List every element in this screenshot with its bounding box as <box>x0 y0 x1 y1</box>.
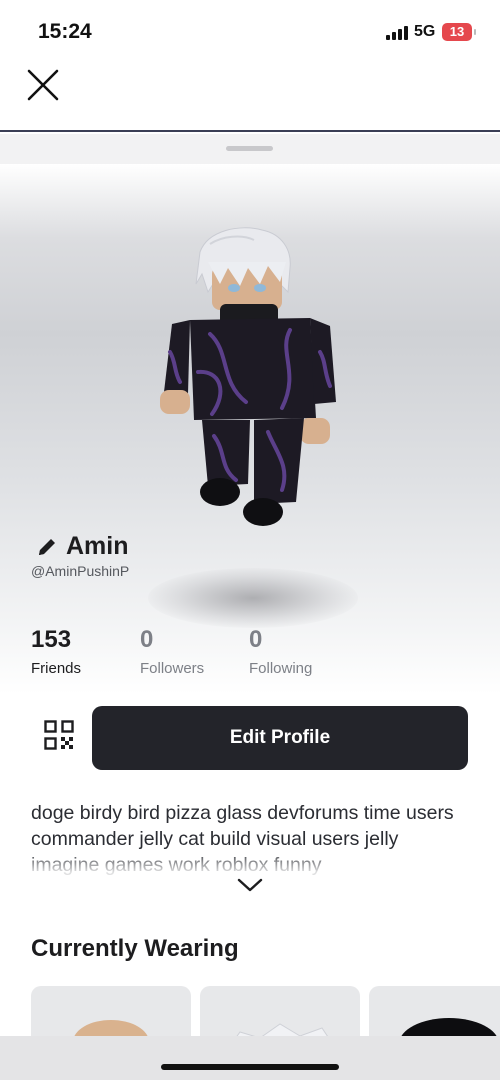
username: @AminPushinP <box>31 563 130 579</box>
stat-followers[interactable]: 0 Followers <box>140 626 204 677</box>
bio-fade <box>31 850 471 878</box>
avatar-shadow <box>148 568 358 628</box>
network-type: 5G <box>414 23 436 40</box>
followers-count: 0 <box>140 626 154 653</box>
sheet-header <box>0 134 500 164</box>
avatar-3d-render <box>160 227 336 526</box>
battery-icon: 13 <box>442 23 476 41</box>
currently-wearing-title: Currently Wearing <box>31 935 239 962</box>
home-indicator[interactable] <box>161 1064 339 1070</box>
display-name: Amin <box>66 532 129 560</box>
home-indicator-area <box>0 1036 500 1080</box>
avatar-stage[interactable] <box>0 164 500 694</box>
friends-label: Friends <box>31 660 82 677</box>
stat-friends[interactable]: 153 Friends <box>31 626 81 677</box>
status-bar: 15:24 5G 13 <box>0 0 500 62</box>
qr-code-icon[interactable] <box>44 720 74 750</box>
close-icon[interactable] <box>24 66 62 104</box>
sheet-grabber[interactable] <box>226 146 273 151</box>
pencil-icon[interactable] <box>36 536 58 558</box>
friends-count: 153 <box>31 626 72 653</box>
following-label: Following <box>249 660 313 677</box>
status-time: 15:24 <box>38 20 92 43</box>
stat-following[interactable]: 0 Following <box>249 626 312 677</box>
display-name-row[interactable]: Amin <box>36 532 129 561</box>
bio[interactable]: doge birdy bird pizza glass devforums ti… <box>31 800 471 878</box>
edit-profile-button[interactable]: Edit Profile <box>92 706 468 770</box>
signal-strength-icon <box>386 26 408 40</box>
top-bar <box>0 62 500 132</box>
following-count: 0 <box>249 626 263 653</box>
chevron-down-icon[interactable] <box>236 876 264 894</box>
followers-label: Followers <box>140 660 205 677</box>
